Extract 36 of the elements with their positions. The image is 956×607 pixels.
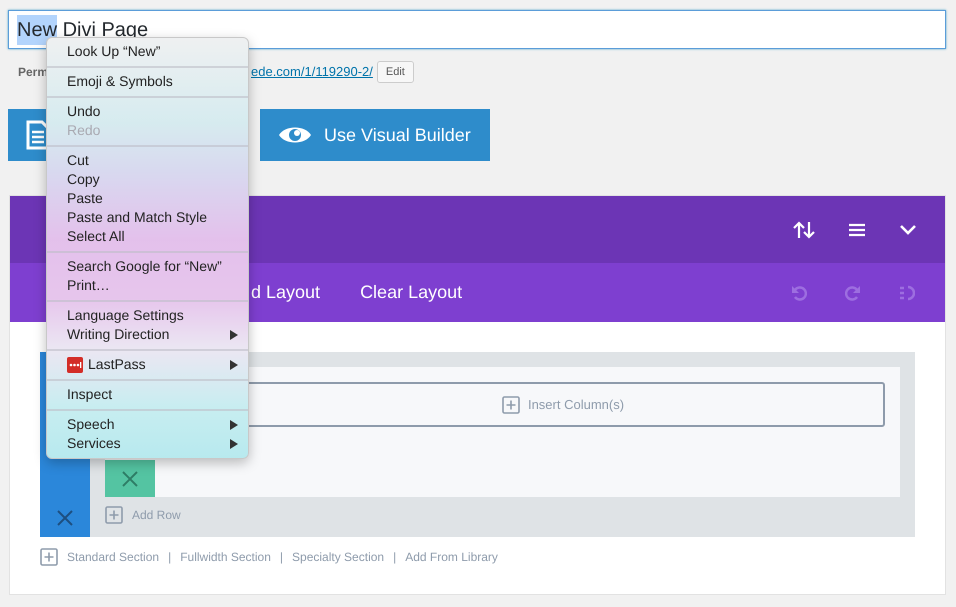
permalink-link[interactable]: ede.com/1/119290-2/ [251, 62, 373, 82]
extension-icon [67, 356, 83, 372]
menu-item[interactable]: Undo [47, 102, 248, 121]
edit-button[interactable]: Edit [376, 60, 414, 84]
menu-item[interactable]: Paste [47, 189, 248, 208]
redo-icon[interactable] [845, 284, 861, 300]
visual-builder-button[interactable]: Use Visual Builder [260, 109, 490, 161]
menu-item[interactable]: Select All [47, 227, 248, 246]
submenu-arrow-icon [230, 360, 238, 370]
layout-button[interactable]: Clear Layout [360, 279, 462, 306]
menu-item[interactable]: Search Google for “New” [47, 257, 248, 276]
history-icon[interactable] [899, 284, 915, 300]
separator: | [168, 549, 172, 566]
selected-text: New [17, 14, 58, 44]
chevron-down-icon[interactable] [899, 224, 917, 236]
submenu-arrow-icon [230, 330, 238, 340]
menu-item[interactable]: LastPass [47, 355, 248, 374]
menu-item[interactable]: Print… [47, 276, 248, 295]
menu-item[interactable]: Writing Direction [47, 325, 248, 344]
menu-item[interactable]: Paste and Match Style [47, 208, 248, 227]
plus-icon[interactable] [502, 396, 520, 414]
layout-button[interactable]: d Layout [251, 279, 320, 306]
menu-item[interactable]: Copy [47, 170, 248, 189]
menu-item[interactable]: Emoji & Symbols [47, 72, 248, 91]
undo-icon[interactable] [791, 284, 807, 300]
menu-item[interactable]: Language Settings [47, 306, 248, 325]
menu-icon[interactable] [849, 222, 865, 236]
plus-icon[interactable] [40, 548, 58, 566]
close-icon[interactable] [56, 509, 74, 527]
plus-icon[interactable] [105, 506, 123, 524]
separator: | [280, 549, 284, 566]
menu-item[interactable]: Services [47, 434, 248, 453]
close-icon[interactable] [121, 470, 139, 488]
sort-icon[interactable] [793, 220, 815, 238]
separator: | [393, 549, 396, 566]
menu-item[interactable]: Cut [47, 151, 248, 170]
